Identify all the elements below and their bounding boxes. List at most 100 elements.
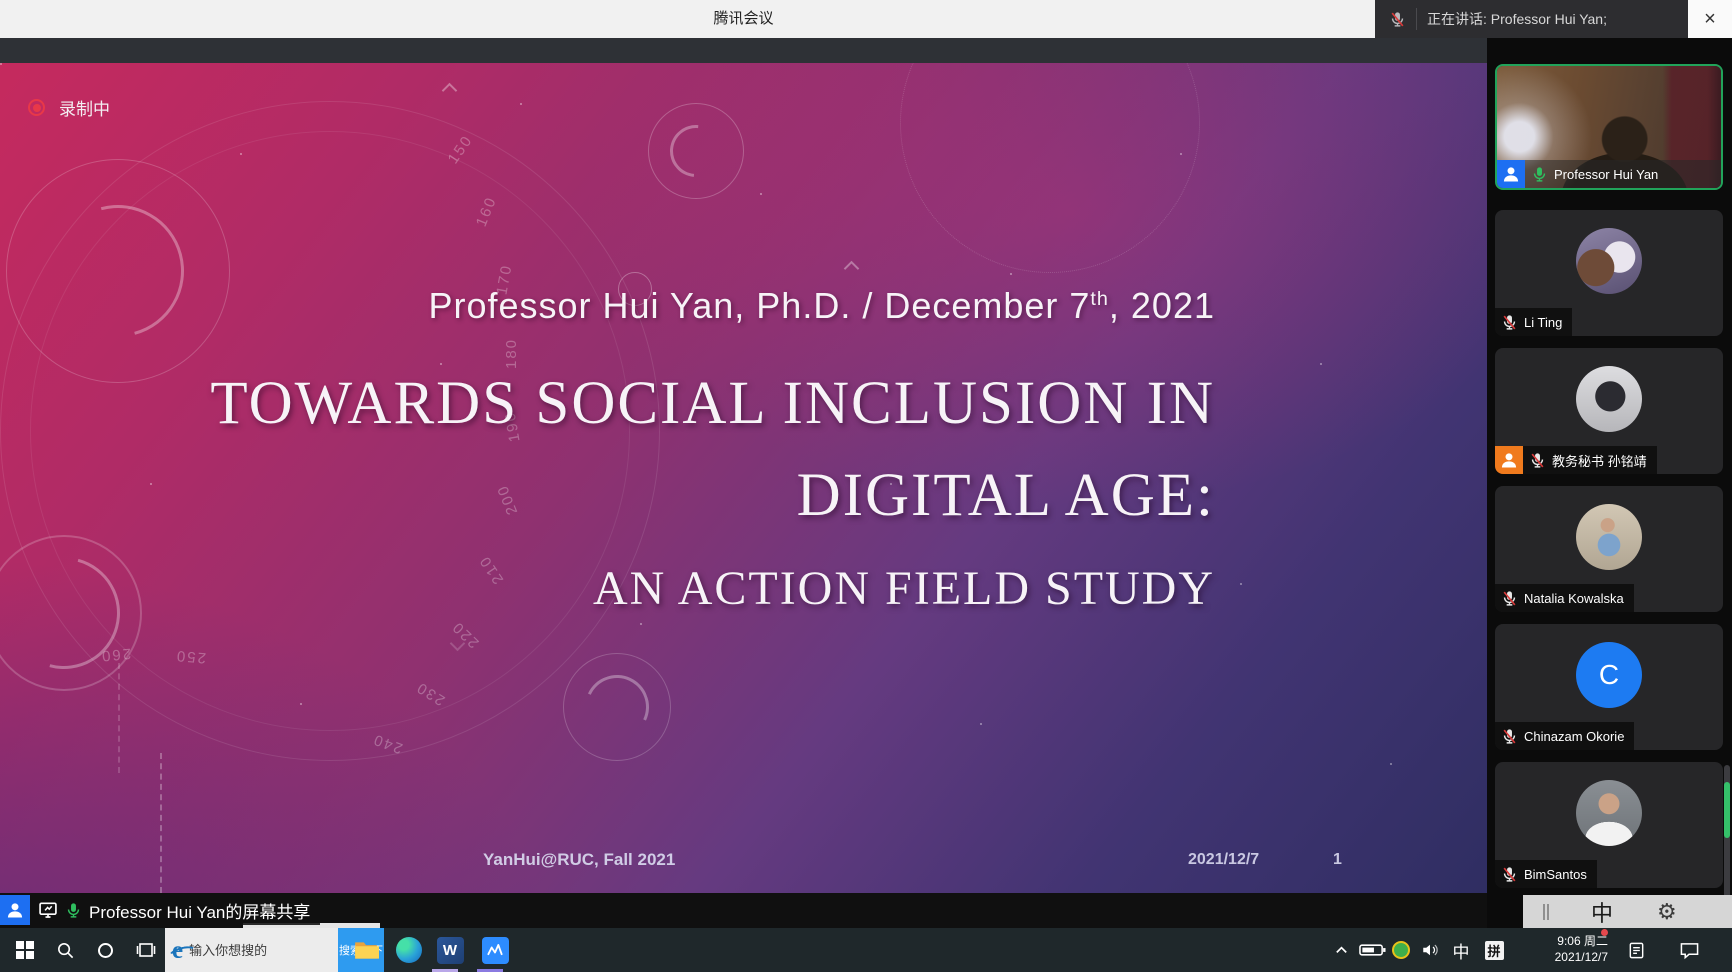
edge-icon	[396, 937, 422, 963]
search-input[interactable]	[189, 943, 299, 958]
divider	[1416, 8, 1417, 30]
speaking-label: 正在讲话: Professor Hui Yan;	[1427, 9, 1607, 29]
ime-scheme-label: 拼	[1485, 941, 1504, 960]
tray-chevron-button[interactable]	[1328, 928, 1354, 972]
decor-caret	[442, 83, 458, 99]
windows-taskbar: e 搜索一下 W 中 拼	[0, 928, 1732, 972]
recording-icon	[28, 99, 45, 116]
participant-name: Chinazam Okorie	[1524, 729, 1624, 744]
member-badge-icon	[1497, 160, 1525, 188]
taskbar-search-box[interactable]: e	[165, 928, 338, 972]
avatar-initial: C	[1576, 642, 1642, 708]
decor-stars	[0, 63, 2, 65]
mic-muted-icon	[1501, 590, 1518, 607]
volume-button[interactable]	[1416, 928, 1444, 972]
task-view-icon	[136, 940, 156, 960]
dial-number: 250	[174, 647, 206, 667]
ime-toolbar[interactable]: 中 ⚙	[1523, 895, 1732, 928]
document-icon	[1627, 941, 1646, 960]
screen-share-banner: Professor Hui Yan的屏幕共享	[0, 895, 320, 925]
screen-share-icon	[38, 900, 58, 920]
participant-label: Chinazam Okorie	[1495, 722, 1634, 750]
edge-button[interactable]	[391, 928, 427, 972]
slide-title-line3: AN ACTION FIELD STUDY	[210, 561, 1215, 616]
drag-handle-icon[interactable]	[1543, 904, 1545, 920]
ime-mode-label: 中	[1453, 938, 1470, 963]
avatar	[1576, 228, 1642, 294]
ime-mode-indicator[interactable]: 中	[1448, 928, 1474, 972]
word-button[interactable]: W	[432, 928, 468, 972]
dial-number: 260	[99, 645, 131, 665]
speaking-indicator-bar: 正在讲话: Professor Hui Yan;	[1375, 0, 1688, 38]
cortana-icon	[98, 943, 113, 958]
meeting-app-icon	[482, 937, 509, 964]
close-button[interactable]: ×	[1688, 0, 1732, 38]
chevron-up-icon	[1334, 943, 1349, 958]
meeting-app-button[interactable]	[477, 928, 513, 972]
start-button[interactable]	[8, 928, 42, 972]
participant-tile[interactable]: 教务秘书 孙铭靖	[1495, 348, 1723, 474]
participant-name: Professor Hui Yan	[1554, 167, 1658, 182]
mic-live-icon	[1531, 166, 1548, 183]
recording-label: 录制中	[59, 95, 110, 120]
slide-footer-credit: YanHui@RUC, Fall 2021	[483, 850, 675, 870]
slide-title-line2: DIGITAL AGE:	[210, 461, 1215, 531]
tray-time-label: 9:06 周二	[1557, 934, 1608, 950]
ime-language-toggle[interactable]: 中	[1591, 896, 1613, 928]
participant-tile[interactable]: BimSantos	[1495, 762, 1723, 888]
shared-slide: 150160170180190200210220230240250260 录制中…	[0, 63, 1487, 893]
slide-footer-date: 2021/12/7	[1188, 851, 1259, 869]
share-top-strip	[0, 38, 1487, 63]
word-icon: W	[437, 937, 464, 964]
slide-byline: Professor Hui Yan, Ph.D. / December 7th,…	[210, 285, 1215, 327]
participant-tile[interactable]: Li Ting	[1495, 210, 1723, 336]
cortana-button[interactable]	[88, 928, 122, 972]
notes-tray-button[interactable]	[1620, 928, 1652, 972]
slide-page-number: 1	[1333, 851, 1342, 869]
participant-name: BimSantos	[1524, 867, 1587, 882]
antivirus-tray-button[interactable]	[1388, 928, 1414, 972]
avatar	[1576, 366, 1642, 432]
participant-name: Li Ting	[1524, 315, 1562, 330]
app-title: 腾讯会议	[0, 0, 1487, 38]
speaker-icon	[1420, 941, 1440, 959]
member-badge-icon	[0, 895, 30, 925]
mic-muted-icon	[1501, 314, 1518, 331]
decor-dashline	[160, 753, 162, 893]
clock[interactable]: 9:06 周二 2021/12/7	[1524, 928, 1608, 972]
recording-indicator: 录制中	[28, 95, 110, 120]
participant-tile[interactable]: C Chinazam Okorie	[1495, 624, 1723, 750]
host-badge-icon	[1495, 446, 1523, 474]
mic-muted-icon	[1529, 452, 1546, 469]
notification-dot	[1601, 929, 1608, 936]
mic-live-icon	[65, 902, 82, 919]
mic-muted-icon	[1501, 728, 1518, 745]
battery-indicator[interactable]	[1356, 928, 1388, 972]
participant-tile[interactable]: Professor Hui Yan	[1495, 64, 1723, 190]
file-explorer-button[interactable]	[348, 928, 384, 972]
participant-label: Natalia Kowalska	[1495, 584, 1634, 612]
scrollbar-thumb[interactable]	[1724, 782, 1730, 838]
avatar	[1576, 504, 1642, 570]
action-center-button[interactable]	[1672, 928, 1706, 972]
task-view-button[interactable]	[128, 928, 164, 972]
gear-icon[interactable]: ⚙	[1657, 901, 1677, 923]
windows-logo-icon	[16, 941, 34, 959]
antivirus-icon	[1392, 941, 1410, 959]
battery-icon	[1359, 943, 1386, 957]
avatar	[1576, 780, 1642, 846]
mic-muted-icon	[1501, 866, 1518, 883]
participant-tile[interactable]: Natalia Kowalska	[1495, 486, 1723, 612]
participant-label: Professor Hui Yan	[1497, 160, 1721, 188]
window-titlebar: 腾讯会议 正在讲话: Professor Hui Yan; ×	[0, 0, 1732, 38]
decor-ring	[900, 63, 1200, 273]
search-icon	[56, 941, 75, 960]
browser-e-icon: e	[172, 938, 183, 963]
ime-scheme-indicator[interactable]: 拼	[1480, 928, 1508, 972]
slide-title-line1: TOWARDS SOCIAL INCLUSION IN	[210, 369, 1215, 439]
participant-label: Li Ting	[1495, 308, 1572, 336]
participant-label: 教务秘书 孙铭靖	[1495, 446, 1657, 474]
mic-muted-icon[interactable]	[1389, 11, 1406, 28]
taskbar-search-button[interactable]	[48, 928, 82, 972]
screen-share-label: Professor Hui Yan的屏幕共享	[89, 898, 310, 923]
